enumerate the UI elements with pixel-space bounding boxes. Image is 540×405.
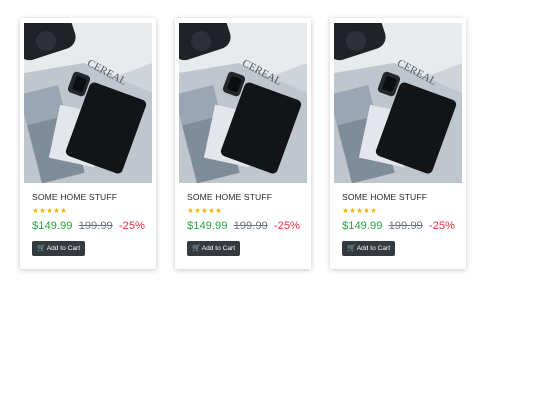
price-row: $149.99 199.99 -25%	[32, 220, 145, 232]
product-title[interactable]: SOME HOME STUFF	[342, 192, 427, 202]
rating-stars: ★ ★ ★ ★ ★	[187, 207, 222, 215]
star-icon: ★	[342, 206, 349, 215]
discount-badge: -25%	[273, 220, 301, 232]
product-card[interactable]: CEREAL SOME HOME STUFF ★ ★ ★ ★ ★ $149.99…	[330, 18, 466, 269]
current-price: $149.99	[32, 220, 73, 232]
star-icon: ★	[356, 206, 363, 215]
star-icon: ★	[349, 206, 356, 215]
star-icon: ★	[201, 206, 208, 215]
star-icon: ★	[194, 206, 201, 215]
shopping-cart-icon: 🛒	[37, 245, 46, 252]
shopping-cart-icon: 🛒	[192, 245, 201, 252]
product-photo: CEREAL	[334, 23, 462, 183]
rating-stars: ★ ★ ★ ★ ★	[32, 207, 67, 215]
add-to-cart-label: Add to Cart	[201, 245, 236, 252]
add-to-cart-label: Add to Cart	[46, 245, 81, 252]
old-price: 199.99	[78, 220, 113, 232]
star-icon: ★	[187, 206, 194, 215]
product-title[interactable]: SOME HOME STUFF	[32, 192, 117, 202]
current-price: $149.99	[187, 220, 228, 232]
discount-badge: -25%	[118, 220, 146, 232]
product-card[interactable]: CEREAL SOME HOME STUFF ★ ★ ★ ★ ★ $149.99…	[175, 18, 311, 269]
add-to-cart-button[interactable]: 🛒 Add to Cart	[32, 241, 86, 256]
add-to-cart-label: Add to Cart	[356, 245, 391, 252]
star-icon: ★	[46, 206, 53, 215]
product-card[interactable]: CEREAL SOME HOME STUFF ★ ★ ★ ★ ★ $149.99…	[20, 18, 156, 269]
discount-badge: -25%	[428, 220, 456, 232]
product-photo: CEREAL	[24, 23, 152, 183]
star-half-icon: ★	[370, 206, 377, 215]
star-half-icon: ★	[60, 206, 67, 215]
old-price: 199.99	[233, 220, 268, 232]
star-icon: ★	[39, 206, 46, 215]
product-image[interactable]: CEREAL	[334, 23, 462, 183]
rating-stars: ★ ★ ★ ★ ★	[342, 207, 377, 215]
add-to-cart-button[interactable]: 🛒 Add to Cart	[187, 241, 241, 256]
product-grid: CEREAL SOME HOME STUFF ★ ★ ★ ★ ★ $149.99…	[20, 18, 466, 269]
price-row: $149.99 199.99 -25%	[342, 220, 455, 232]
current-price: $149.99	[342, 220, 383, 232]
star-icon: ★	[363, 206, 370, 215]
price-row: $149.99 199.99 -25%	[187, 220, 300, 232]
product-photo: CEREAL	[179, 23, 307, 183]
add-to-cart-button[interactable]: 🛒 Add to Cart	[342, 241, 396, 256]
product-image[interactable]: CEREAL	[179, 23, 307, 183]
star-half-icon: ★	[215, 206, 222, 215]
star-icon: ★	[53, 206, 60, 215]
star-icon: ★	[32, 206, 39, 215]
shopping-cart-icon: 🛒	[347, 245, 356, 252]
product-image[interactable]: CEREAL	[24, 23, 152, 183]
old-price: 199.99	[388, 220, 423, 232]
product-title[interactable]: SOME HOME STUFF	[187, 192, 272, 202]
star-icon: ★	[208, 206, 215, 215]
